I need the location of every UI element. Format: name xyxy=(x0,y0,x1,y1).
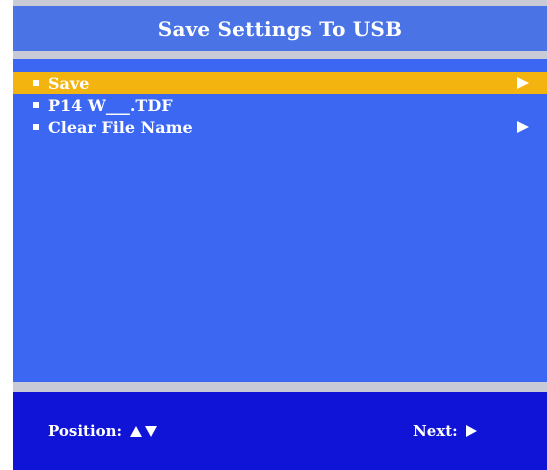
footer-bar: Position: Next: xyxy=(13,392,547,470)
square-bullet-icon xyxy=(33,80,39,86)
position-label: Position: xyxy=(48,422,123,440)
arrow-right-icon xyxy=(517,77,529,89)
menu-item-label: Save xyxy=(48,73,90,93)
osd-window: Save Settings To USB Save P14 W___.TDF C… xyxy=(13,0,547,470)
position-hint: Position: xyxy=(48,422,158,440)
square-bullet-icon xyxy=(33,124,39,130)
page-title: Save Settings To USB xyxy=(157,16,403,41)
menu-item-label: Clear File Name xyxy=(48,117,193,137)
title-bar: Save Settings To USB xyxy=(13,6,547,51)
title-separator xyxy=(13,51,547,59)
menu-item-label: P14 W___.TDF xyxy=(48,95,173,115)
arrow-down-icon xyxy=(145,425,158,437)
menu-panel: Save P14 W___.TDF Clear File Name xyxy=(13,59,547,382)
arrow-right-icon xyxy=(517,121,529,133)
next-label: Next: xyxy=(413,422,458,440)
footer-separator xyxy=(13,382,547,392)
menu-item-file-name[interactable]: P14 W___.TDF xyxy=(13,94,547,116)
arrow-right-icon xyxy=(465,425,477,437)
square-bullet-icon xyxy=(33,102,39,108)
next-hint: Next: xyxy=(413,422,477,440)
menu-item-save[interactable]: Save xyxy=(13,72,547,94)
menu-item-clear-file-name[interactable]: Clear File Name xyxy=(13,116,547,138)
arrow-up-icon xyxy=(130,425,143,437)
